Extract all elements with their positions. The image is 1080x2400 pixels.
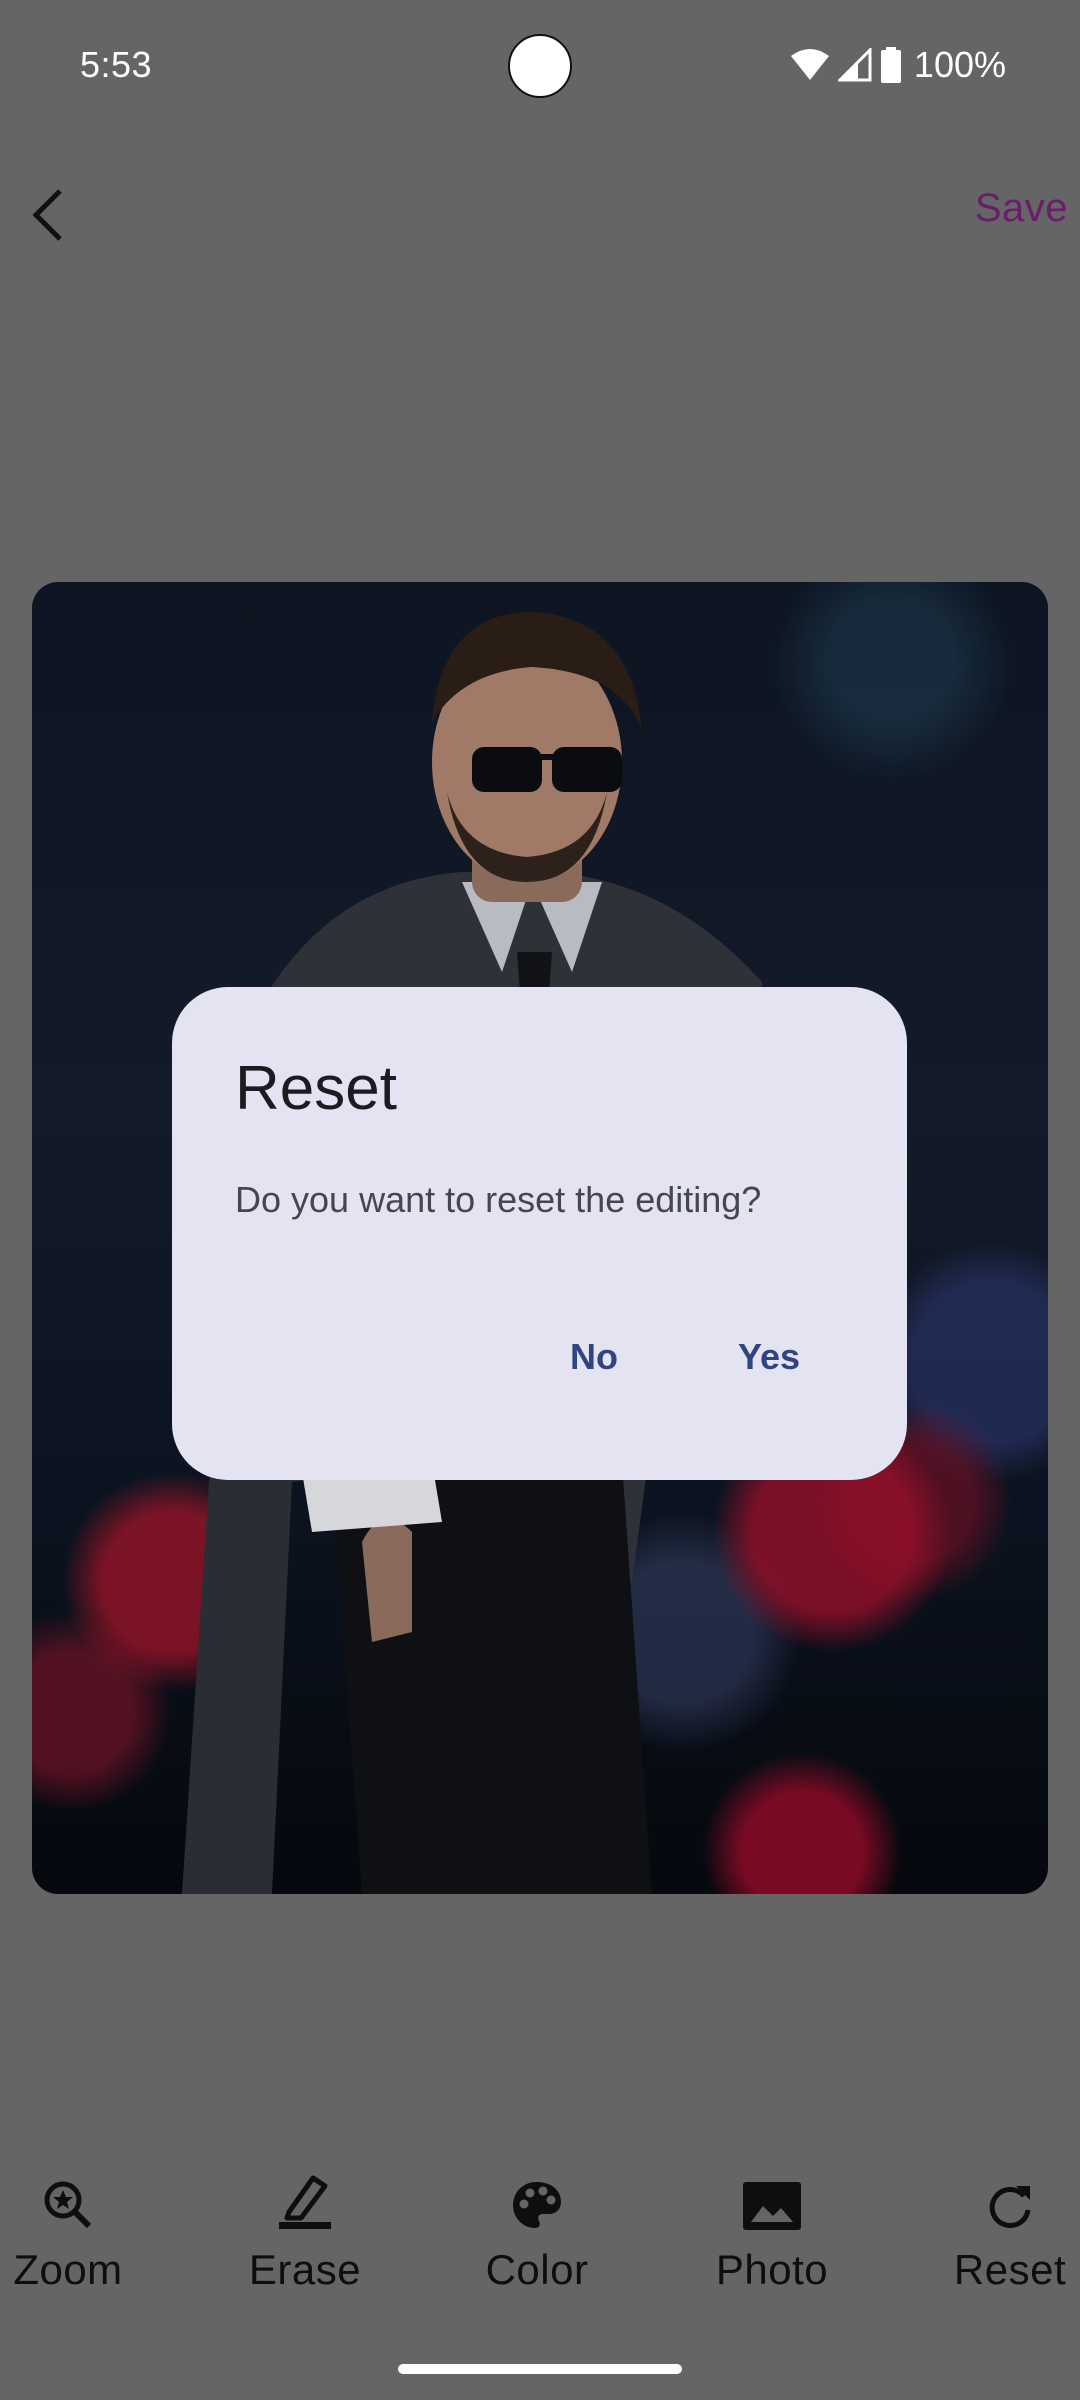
dialog-title: Reset	[235, 1054, 397, 1123]
photo-icon	[743, 2182, 801, 2230]
erase-icon	[279, 2175, 331, 2229]
dialog-message: Do you want to reset the editing?	[235, 1179, 762, 1220]
tool-reset-label: Reset	[953, 2246, 1067, 2293]
home-indicator[interactable]	[398, 2364, 682, 2374]
tool-reset[interactable]: Reset	[920, 2160, 1080, 2310]
bottom-toolbar: Zoom Erase Color Photo Reset	[0, 2160, 1080, 2310]
no-button[interactable]: No	[546, 1317, 642, 1397]
tool-color[interactable]: Color	[447, 2160, 627, 2310]
tool-color-label: Color	[485, 2246, 589, 2293]
tool-zoom[interactable]: Zoom	[0, 2160, 158, 2310]
yes-button[interactable]: Yes	[714, 1317, 824, 1397]
tool-erase-label: Erase	[248, 2246, 362, 2293]
tool-erase[interactable]: Erase	[215, 2160, 395, 2310]
palette-icon	[513, 2182, 561, 2228]
zoom-icon	[44, 2181, 92, 2229]
reset-dialog: Reset Do you want to reset the editing? …	[172, 987, 907, 1480]
tool-photo[interactable]: Photo	[682, 2160, 862, 2310]
reset-icon	[989, 2186, 1031, 2228]
tool-zoom-label: Zoom	[13, 2246, 123, 2293]
tool-photo-label: Photo	[715, 2246, 829, 2293]
